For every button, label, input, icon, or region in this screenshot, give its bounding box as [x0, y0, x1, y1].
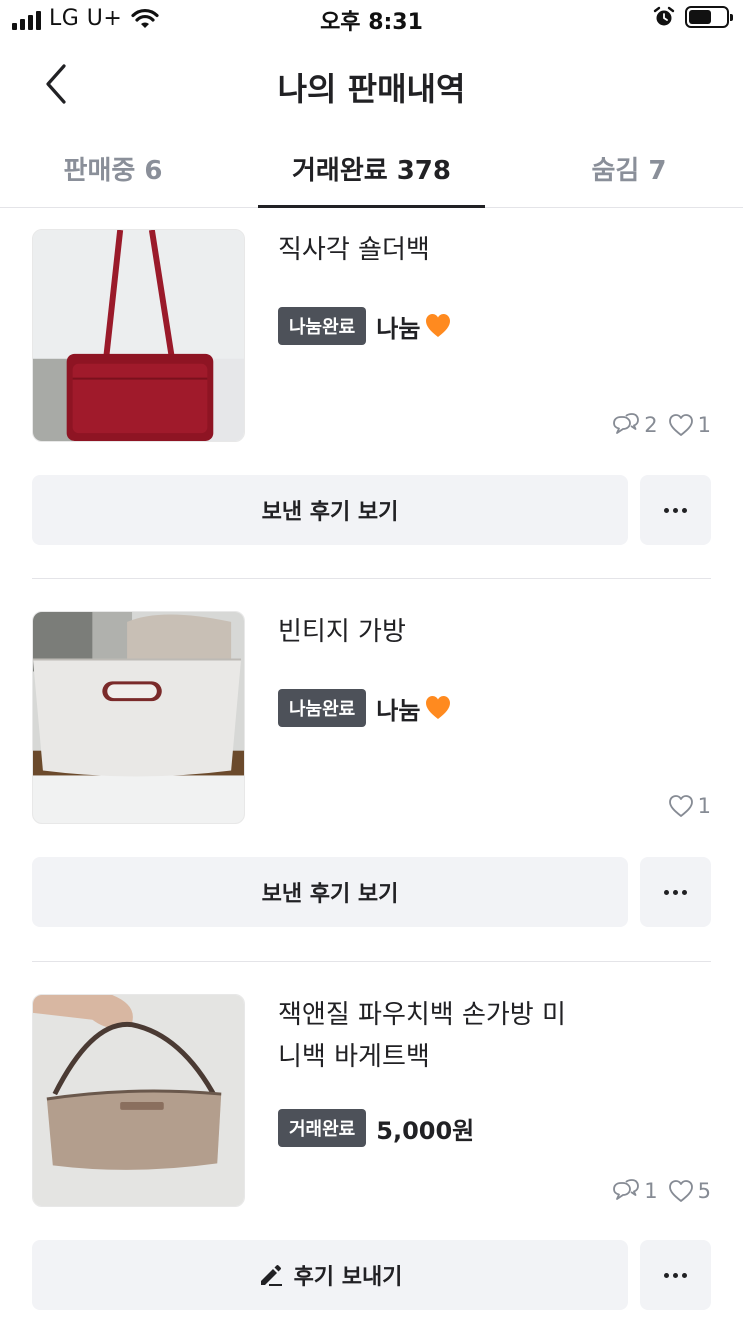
item-price-text: 나눔	[376, 696, 421, 725]
item-thumbnail[interactable]	[32, 611, 245, 824]
page-title: 나의 판매내역	[277, 70, 466, 108]
action-button-label: 후기 보내기	[293, 1265, 403, 1290]
tab-hidden[interactable]: 숨김 7	[515, 128, 743, 208]
item-status-row: 거래완료 5,000원	[278, 1109, 474, 1147]
item-divider	[32, 578, 711, 579]
item-thumbnail[interactable]	[32, 994, 245, 1207]
more-options-button[interactable]	[640, 475, 711, 545]
battery-icon	[685, 6, 733, 28]
orange-heart-icon	[426, 696, 451, 719]
item-title[interactable]: 잭앤질 파우치백 손가방 미니백 바게트백	[278, 994, 578, 1078]
item-price: 나눔	[376, 691, 452, 726]
more-dot-icon	[664, 1272, 669, 1278]
list-item[interactable]: 빈티지 가방 나눔완료 나눔 1 보낸 후기 보기	[0, 611, 743, 951]
mini-baguette-bag-image	[33, 995, 244, 1206]
chat-count: 1	[644, 1179, 658, 1203]
heart-outline-icon	[668, 795, 693, 817]
active-tab-indicator	[258, 205, 485, 208]
like-stat: 1	[668, 794, 711, 818]
item-status-row: 나눔완료 나눔	[278, 689, 452, 727]
more-dot-icon	[682, 1272, 687, 1278]
more-dot-icon	[673, 889, 678, 895]
chat-bubble-icon	[613, 1179, 640, 1200]
more-dot-icon	[664, 507, 669, 513]
more-options-button[interactable]	[640, 1240, 711, 1310]
more-dot-icon	[673, 1272, 678, 1278]
heart-outline-icon	[668, 1180, 693, 1202]
status-badge: 나눔완료	[278, 307, 367, 345]
orange-heart-icon	[426, 314, 451, 337]
like-count: 5	[697, 1179, 711, 1203]
like-count: 1	[697, 413, 711, 437]
tab-selling[interactable]: 판매중 6	[0, 128, 226, 208]
more-dot-icon	[682, 889, 687, 895]
item-stats: 1	[668, 794, 711, 818]
chat-bubble-icon	[613, 413, 640, 434]
view-sent-review-button[interactable]: 보낸 후기 보기	[32, 857, 628, 927]
status-right	[653, 6, 733, 28]
chat-stat: 2	[612, 412, 658, 438]
more-dot-icon	[664, 889, 669, 895]
item-status-row: 나눔완료 나눔	[278, 307, 452, 345]
status-time: 오후 8:31	[320, 10, 423, 35]
more-options-button[interactable]	[640, 857, 711, 927]
item-stats: 1 5	[612, 1178, 711, 1204]
chat-count: 2	[644, 413, 658, 437]
status-badge: 나눔완료	[278, 689, 367, 727]
item-price: 5,000원	[376, 1111, 474, 1146]
more-dot-icon	[673, 507, 678, 513]
status-badge: 거래완료	[278, 1109, 367, 1147]
header: 나의 판매내역	[0, 44, 743, 126]
item-thumbnail[interactable]	[32, 229, 245, 442]
item-stats: 2 1	[612, 412, 711, 438]
chat-stat: 1	[612, 1178, 658, 1204]
heart-outline-icon	[668, 414, 693, 436]
white-vintage-bag-image	[33, 612, 244, 823]
list-item[interactable]: 직사각 숄더백 나눔완료 나눔 2 1 보낸 후기 보기	[0, 229, 743, 569]
item-divider	[32, 961, 711, 962]
pencil-icon	[260, 1265, 282, 1286]
list-item[interactable]: 잭앤질 파우치백 손가방 미니백 바게트백 거래완료 5,000원 1 5 후기…	[0, 994, 743, 1322]
action-button-label: 보낸 후기 보기	[261, 882, 399, 907]
item-price-text: 나눔	[376, 314, 421, 343]
tab-completed[interactable]: 거래완료 378	[258, 128, 485, 208]
item-price-text: 5,000원	[376, 1116, 475, 1145]
item-title[interactable]: 직사각 숄더백	[278, 229, 698, 271]
red-shoulder-bag-image	[33, 230, 244, 441]
item-price: 나눔	[376, 309, 452, 344]
send-review-button[interactable]: 후기 보내기	[32, 1240, 628, 1310]
more-dot-icon	[682, 507, 687, 513]
like-count: 1	[697, 794, 711, 818]
view-sent-review-button[interactable]: 보낸 후기 보기	[32, 475, 628, 545]
like-stat: 1	[668, 413, 711, 437]
action-button-label: 보낸 후기 보기	[261, 500, 399, 525]
alarm-icon	[653, 6, 675, 26]
tab-bar: 판매중 6 거래완료 378 숨김 7	[0, 128, 743, 208]
like-stat: 5	[668, 1179, 711, 1203]
status-bar: LG U+ 오후 8:31	[0, 0, 743, 40]
item-title[interactable]: 빈티지 가방	[278, 611, 698, 653]
